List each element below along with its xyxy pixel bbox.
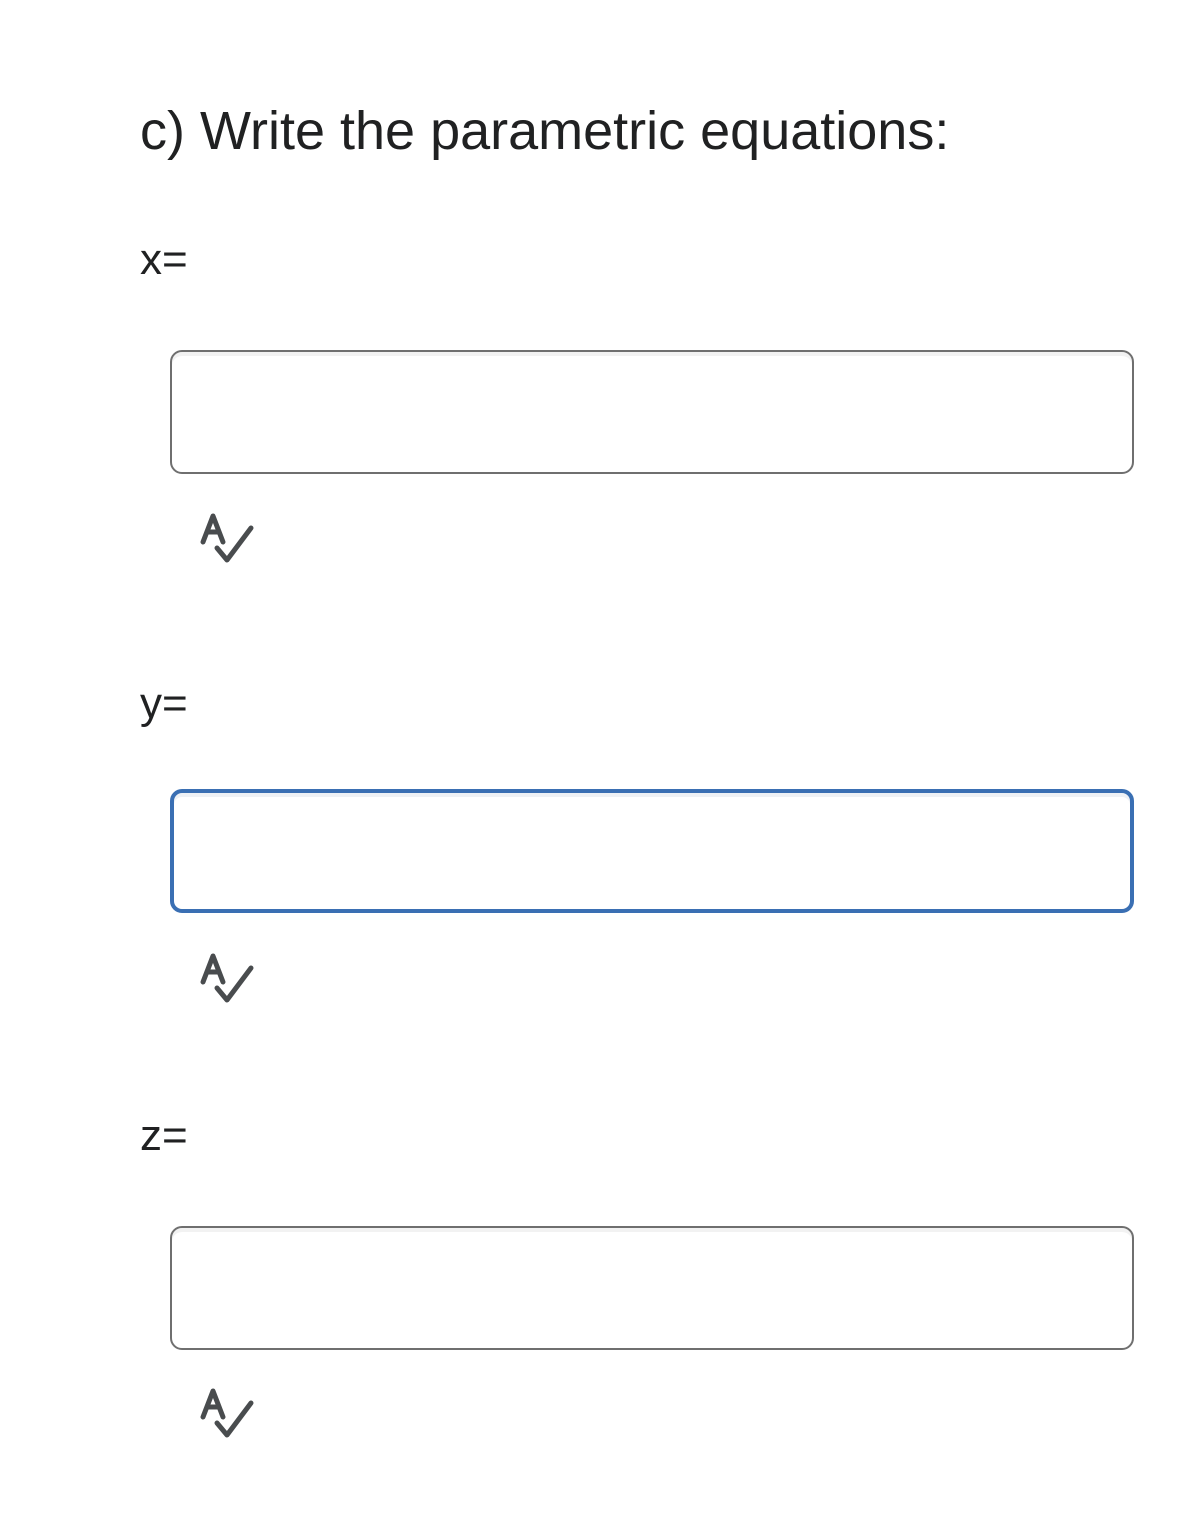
spell-check-icon[interactable] [199,950,259,1006]
z-label: z= [140,1111,188,1160]
spell-check-icon[interactable] [199,1385,259,1441]
spell-check-icon[interactable] [199,510,259,566]
z-answer-input[interactable] [170,1226,1134,1350]
y-answer-input[interactable] [170,789,1134,913]
x-answer-input[interactable] [170,350,1134,474]
x-label: x= [140,235,188,284]
y-label: y= [140,679,188,728]
question-title: c) Write the parametric equations: [140,101,950,161]
